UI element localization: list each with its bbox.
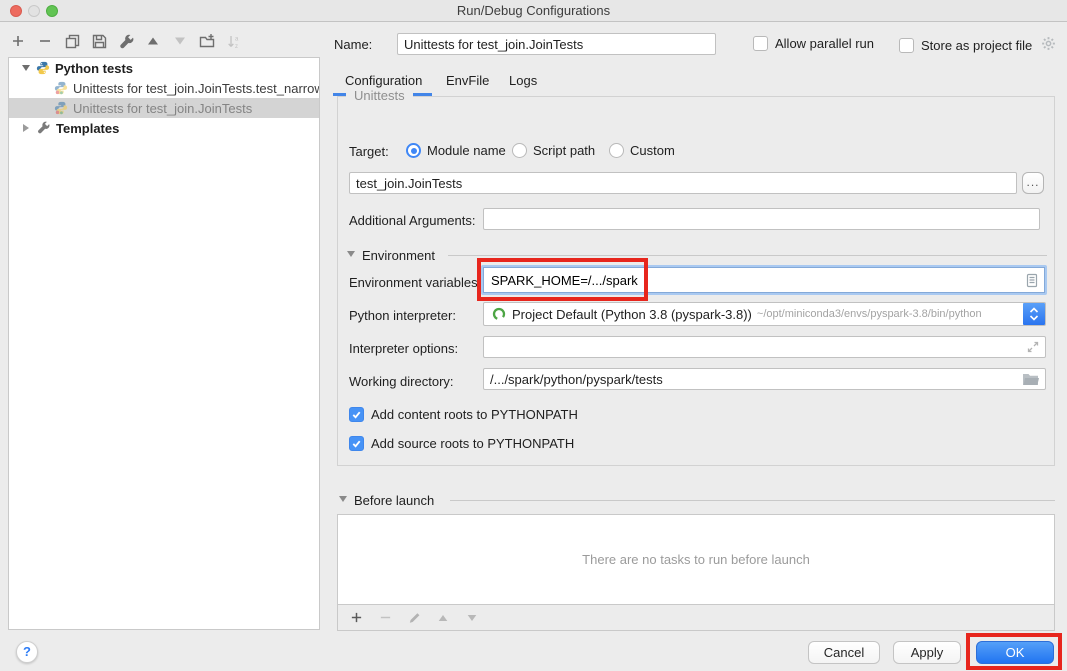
store-as-project-file-checkbox[interactable]: Store as project file — [899, 36, 1056, 54]
tree-item-python-tests[interactable]: Python tests — [9, 58, 319, 78]
tree-item-label: Unittests for test_join.JoinTests.test_n… — [73, 81, 319, 96]
radio-selected-icon[interactable] — [406, 143, 421, 158]
allow-parallel-run-label: Allow parallel run — [775, 36, 874, 51]
svg-text:z: z — [235, 44, 238, 49]
environment-section-label[interactable]: Environment — [362, 248, 435, 263]
apply-button[interactable]: Apply — [893, 641, 961, 664]
copy-configuration-icon[interactable] — [64, 33, 80, 49]
interpreter-path: ~/opt/miniconda3/envs/pyspark-3.8/bin/py… — [757, 308, 982, 320]
expand-field-icon[interactable] — [1026, 336, 1040, 358]
radio-label: Custom — [630, 143, 675, 158]
configurations-toolbar: az — [10, 31, 242, 51]
interpreter-options-label: Interpreter options: — [349, 340, 458, 356]
before-launch-task-list: There are no tasks to run before launch — [337, 514, 1055, 605]
radio-unselected-icon[interactable] — [609, 143, 624, 158]
unittests-group-label: Unittests — [346, 88, 413, 103]
allow-parallel-run-checkbox[interactable]: Allow parallel run — [753, 36, 874, 51]
store-as-project-file-label: Store as project file — [921, 38, 1032, 53]
chevron-down-icon[interactable] — [22, 65, 30, 71]
python-interpreter-label: Python interpreter: — [349, 307, 456, 323]
svg-text:a: a — [235, 36, 239, 42]
move-task-down-icon[interactable] — [464, 610, 480, 626]
add-source-roots-checkbox[interactable]: Add source roots to PYTHONPATH — [349, 436, 574, 451]
tree-item-label: Templates — [56, 121, 119, 136]
folder-icon[interactable] — [1022, 368, 1039, 390]
before-launch-separator-line — [450, 500, 1055, 501]
browse-button[interactable]: ... — [1022, 172, 1044, 194]
environment-collapse-icon[interactable] — [347, 251, 355, 257]
checkbox-checked-icon[interactable] — [349, 407, 364, 422]
python-test-icon — [54, 101, 68, 115]
tree-item-templates[interactable]: Templates — [9, 118, 319, 138]
tree-item-jointests-selected[interactable]: Unittests for test_join.JoinTests — [9, 98, 319, 118]
remove-configuration-icon[interactable] — [37, 33, 53, 49]
checkbox-checked-icon[interactable] — [349, 436, 364, 451]
before-launch-collapse-icon[interactable] — [339, 496, 347, 502]
remove-task-icon[interactable] — [377, 610, 393, 626]
target-radio-script-path[interactable]: Script path — [512, 143, 595, 158]
configurations-tree: Python tests Unittests for test_join.Joi… — [8, 57, 320, 630]
additional-arguments-input[interactable] — [483, 208, 1040, 230]
annotation-box-ok-button — [966, 633, 1062, 670]
annotation-box-env-value — [477, 258, 648, 301]
add-content-roots-label: Add content roots to PYTHONPATH — [371, 407, 578, 422]
add-source-roots-label: Add source roots to PYTHONPATH — [371, 436, 574, 451]
add-task-icon[interactable] — [348, 610, 364, 626]
sort-configurations-icon[interactable]: az — [226, 33, 242, 49]
edit-templates-icon[interactable] — [118, 33, 134, 49]
environment-variables-label: Environment variables: — [349, 274, 481, 290]
before-launch-empty-text: There are no tasks to run before launch — [582, 552, 810, 567]
window-title: Run/Debug Configurations — [0, 0, 1067, 22]
edit-task-icon[interactable] — [406, 610, 422, 626]
new-folder-icon[interactable] — [199, 33, 215, 49]
run-debug-configurations-dialog: Run/Debug Configurations az — [0, 0, 1067, 671]
target-input[interactable] — [349, 172, 1017, 194]
move-up-icon[interactable] — [145, 33, 161, 49]
before-launch-section-label[interactable]: Before launch — [354, 493, 434, 508]
chevron-right-icon[interactable] — [23, 124, 29, 132]
radio-unselected-icon[interactable] — [512, 143, 527, 158]
python-interpreter-select[interactable]: Project Default (Python 3.8 (pyspark-3.8… — [483, 302, 1046, 326]
tab-envfile[interactable]: EnvFile — [446, 72, 489, 90]
target-radio-module-name[interactable]: Module name — [406, 143, 506, 158]
working-directory-input[interactable] — [483, 368, 1046, 390]
python-tests-icon — [36, 61, 50, 75]
checkbox-unchecked-icon[interactable] — [899, 38, 914, 53]
interpreter-options-input[interactable] — [483, 336, 1046, 358]
radio-label: Module name — [427, 143, 506, 158]
tree-item-test-narrow[interactable]: Unittests for test_join.JoinTests.test_n… — [9, 78, 319, 98]
paste-variables-icon[interactable] — [1026, 273, 1038, 288]
conda-environment-icon — [492, 307, 506, 321]
tab-logs[interactable]: Logs — [509, 72, 537, 90]
name-row: Name: — [334, 33, 372, 55]
name-label: Name: — [334, 37, 372, 52]
combo-stepper-icon[interactable] — [1023, 303, 1045, 325]
move-down-icon[interactable] — [172, 33, 188, 49]
interpreter-name: Project Default (Python 3.8 (pyspark-3.8… — [512, 307, 752, 322]
title-bar: Run/Debug Configurations — [0, 0, 1067, 22]
name-input[interactable] — [397, 33, 716, 55]
add-content-roots-checkbox[interactable]: Add content roots to PYTHONPATH — [349, 407, 578, 422]
environment-separator-line — [448, 255, 1047, 256]
gear-icon[interactable] — [1041, 36, 1056, 54]
tree-item-label: Python tests — [55, 61, 133, 76]
python-test-icon — [54, 81, 68, 95]
radio-label: Script path — [533, 143, 595, 158]
cancel-button[interactable]: Cancel — [808, 641, 880, 664]
before-launch-toolbar — [337, 605, 1055, 631]
checkbox-unchecked-icon[interactable] — [753, 36, 768, 51]
templates-wrench-icon — [37, 121, 51, 135]
move-task-up-icon[interactable] — [435, 610, 451, 626]
working-directory-label: Working directory: — [349, 373, 454, 389]
target-radio-custom[interactable]: Custom — [609, 143, 675, 158]
add-configuration-icon[interactable] — [10, 33, 26, 49]
tree-item-label: Unittests for test_join.JoinTests — [73, 101, 252, 116]
target-label: Target: — [349, 143, 389, 159]
additional-arguments-label: Additional Arguments: — [349, 212, 475, 228]
help-button[interactable]: ? — [16, 641, 38, 663]
save-configuration-icon[interactable] — [91, 33, 107, 49]
